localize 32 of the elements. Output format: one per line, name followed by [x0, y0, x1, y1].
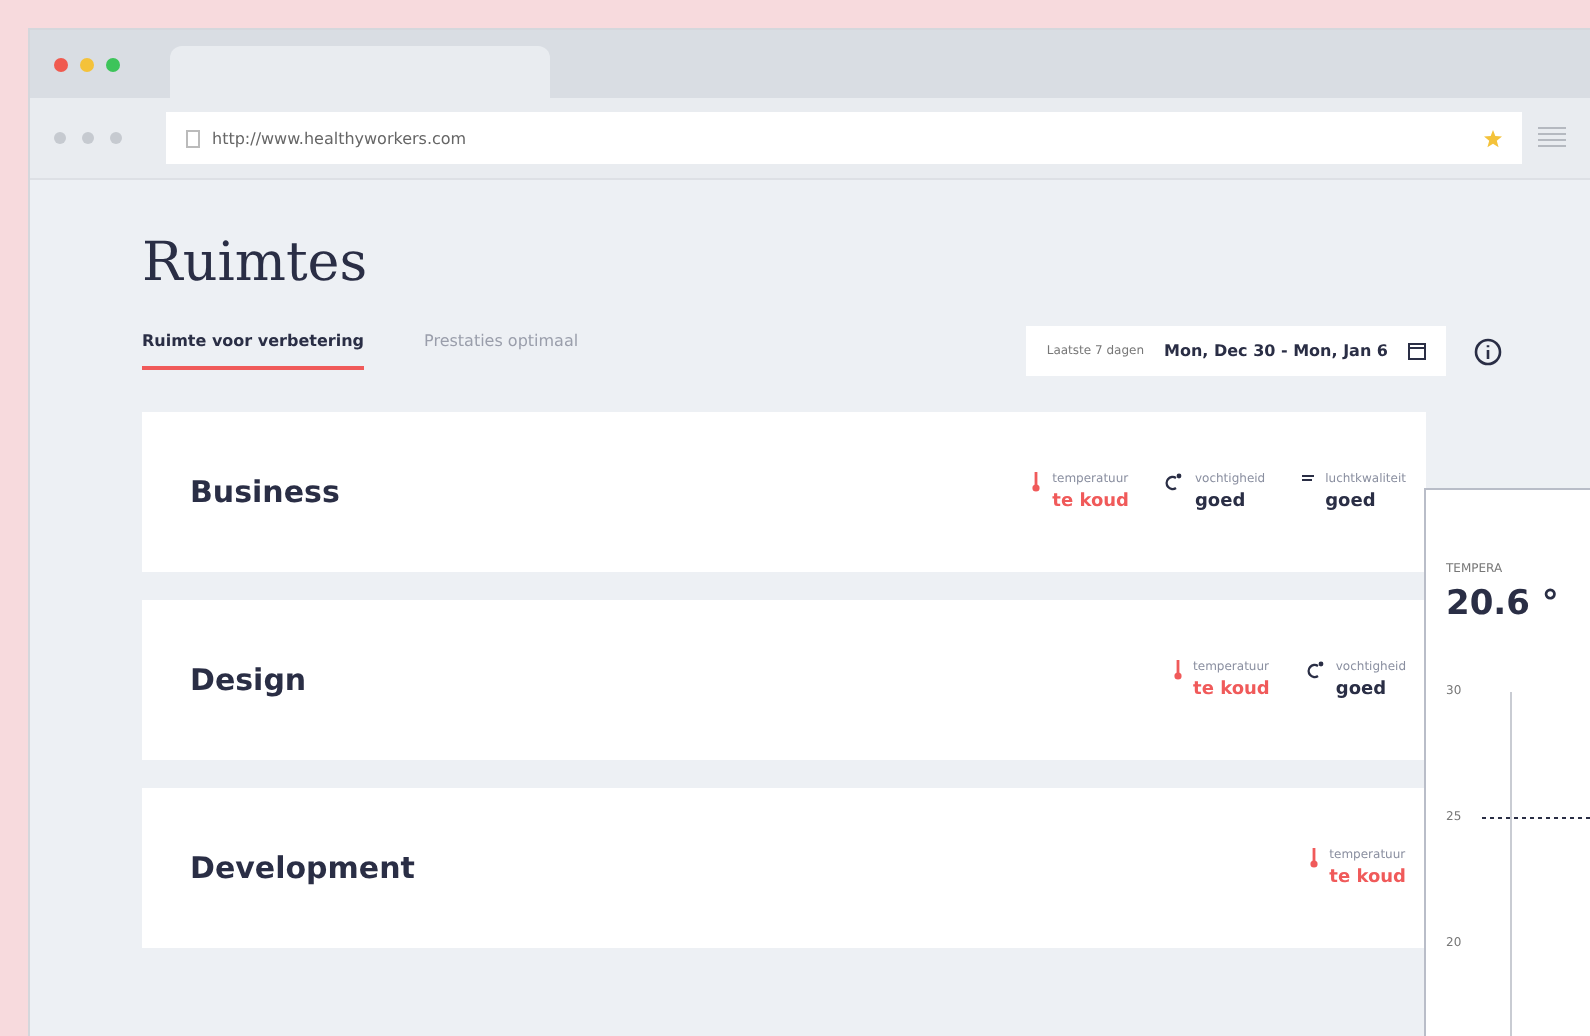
- reload-button[interactable]: [110, 132, 122, 144]
- metric-value: goed: [1194, 492, 1248, 512]
- info-icon[interactable]: [1474, 337, 1502, 365]
- page-title: Ruimtes: [142, 232, 370, 294]
- humidity-icon: [1305, 660, 1324, 680]
- url-text: http://www.healthyworkers.com: [212, 129, 467, 147]
- metric-value: te koud: [1052, 492, 1129, 512]
- close-window-button[interactable]: [54, 57, 68, 71]
- filter-tab[interactable]: Ruimte voor verbetering: [142, 332, 365, 370]
- menu-icon[interactable]: [1538, 126, 1566, 150]
- forward-button[interactable]: [82, 132, 94, 144]
- metric-value: te koud: [1193, 680, 1270, 700]
- back-button[interactable]: [54, 132, 66, 144]
- room-name: Business: [190, 474, 340, 510]
- thermometer-icon: [1032, 472, 1041, 492]
- minimize-window-button[interactable]: [80, 57, 94, 71]
- star-icon[interactable]: [1484, 129, 1502, 147]
- date-range: Mon, Dec 30 - Mon, Jan 6: [1164, 342, 1388, 360]
- humidity-icon: [1164, 472, 1183, 492]
- temperature-reading: 20.6 °: [1446, 584, 1561, 624]
- calendar-icon: [1408, 342, 1426, 360]
- thermometer-icon: [1309, 848, 1318, 868]
- air-icon: [1301, 472, 1314, 484]
- thermometer-icon: [1173, 660, 1182, 680]
- metric-value: goed: [1335, 680, 1389, 700]
- room-name: Design: [190, 662, 307, 698]
- maximize-window-button[interactable]: [106, 57, 120, 71]
- metric-value: te koud: [1329, 868, 1406, 888]
- address-bar[interactable]: http://www.healthyworkers.com: [166, 112, 1522, 164]
- metric-value: goed: [1325, 492, 1378, 512]
- room-name: Development: [190, 850, 415, 886]
- page-icon: [186, 129, 200, 147]
